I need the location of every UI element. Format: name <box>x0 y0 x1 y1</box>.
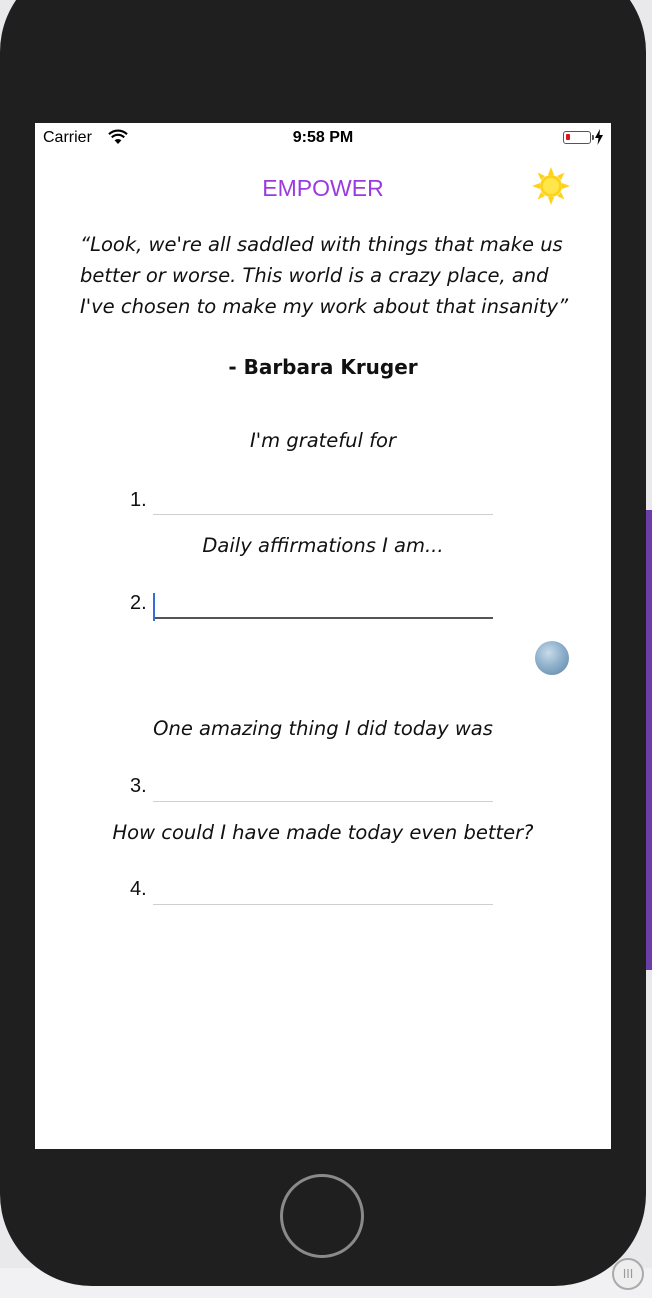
status-time: 9:58 PM <box>292 129 354 146</box>
home-button[interactable] <box>280 1174 364 1258</box>
entry-number-2: 2. <box>130 592 147 614</box>
affirmations-field[interactable] <box>153 589 493 619</box>
quote-text: “Look, we're all saddled with things tha… <box>80 233 569 318</box>
entry-number-1: 1. <box>130 489 147 511</box>
prompt-grateful: I'm grateful for <box>250 429 396 452</box>
app-title: EMPOWER <box>262 175 384 201</box>
prompt-amazing-thing: One amazing thing I did today was <box>153 717 493 740</box>
grateful-field[interactable] <box>153 486 493 515</box>
status-bar: Carrier 9:58 PM <box>35 123 611 151</box>
bolt-icon <box>595 129 603 145</box>
sun-icon[interactable] <box>531 166 571 206</box>
entry-number-3: 3. <box>130 775 147 797</box>
quote-author: - Barbara Kruger <box>228 355 418 379</box>
app-screen: Carrier 9:58 PM EMPOWER “Look, we're all… <box>35 123 611 1149</box>
amazing-thing-field[interactable] <box>153 773 493 802</box>
better-today-field[interactable] <box>153 876 493 905</box>
prompt-better-today: How could I have made today even better? <box>112 821 534 844</box>
background-control-icon: III <box>612 1258 644 1290</box>
entry-number-4: 4. <box>130 878 147 900</box>
prompt-affirmations: Daily affirmations I am... <box>202 534 444 557</box>
text-caret <box>153 593 155 621</box>
moon-icon[interactable] <box>535 641 569 675</box>
battery-level <box>566 134 570 140</box>
battery-icon <box>563 131 594 144</box>
simulator-canvas: Carrier 9:58 PM EMPOWER “Look, we're all… <box>0 0 652 1298</box>
